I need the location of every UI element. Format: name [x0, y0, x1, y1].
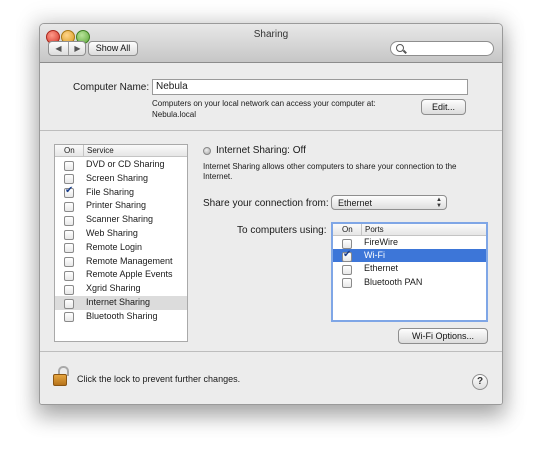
wifi-options-button[interactable]: Wi-Fi Options... [398, 328, 488, 344]
window-title: Sharing [253, 29, 289, 40]
service-label: Bluetooth Sharing [86, 310, 158, 321]
titlebar: Sharing ◀ ▶ Show All [40, 24, 502, 63]
ports-header-on[interactable]: On [342, 224, 353, 235]
search-field[interactable] [390, 41, 494, 56]
service-row[interactable]: DVD or CD Sharing [55, 158, 187, 172]
service-row[interactable]: Web Sharing [55, 227, 187, 241]
back-arrow-icon[interactable]: ◀ [49, 42, 69, 55]
service-row[interactable]: Xgrid Sharing [55, 282, 187, 296]
computer-address: Nebula.local [152, 110, 197, 119]
service-label: Xgrid Sharing [86, 283, 141, 294]
share-from-label: Share your connection from: [203, 198, 329, 209]
nav-button-group: ◀ ▶ [48, 41, 86, 56]
service-label: Remote Login [86, 241, 143, 252]
sharing-window: Sharing ◀ ▶ Show All Computer Name: Nebu… [39, 23, 503, 405]
computer-address-info: Computers on your local network can acce… [152, 99, 376, 108]
bottom-bar: Click the lock to prevent further change… [40, 354, 502, 404]
checkbox[interactable] [342, 238, 352, 249]
port-label: Wi-Fi [364, 250, 385, 261]
service-list-header: On Service [55, 145, 187, 157]
ports-list-header: On Ports [333, 224, 486, 236]
port-row[interactable]: FireWire [333, 236, 486, 249]
checkbox[interactable] [64, 229, 74, 240]
checkbox[interactable] [64, 215, 74, 226]
checkbox[interactable] [64, 284, 74, 295]
service-label: File Sharing [86, 186, 135, 197]
share-from-popup[interactable]: Ethernet ▲ ▼ [331, 195, 447, 210]
ports-list[interactable]: On Ports FireWire Wi-Fi Ethernet Bluetooth … [331, 222, 488, 322]
service-label: Printer Sharing [86, 200, 147, 211]
bottom-divider [40, 351, 502, 352]
header-on[interactable]: On [64, 145, 75, 156]
header-service[interactable]: Service [87, 145, 114, 156]
show-all-button[interactable]: Show All [88, 41, 138, 56]
service-label: Remote Management [86, 255, 173, 266]
service-list[interactable]: On Service DVD or CD Sharing Screen Shari… [54, 144, 188, 342]
service-label: Scanner Sharing [86, 214, 154, 225]
service-row[interactable]: Internet Sharing [55, 296, 187, 310]
checkbox[interactable] [64, 312, 74, 323]
edit-button[interactable]: Edit... [421, 99, 466, 115]
service-row[interactable]: Remote Login [55, 241, 187, 255]
service-row[interactable]: File Sharing [55, 185, 187, 200]
port-label: Bluetooth PAN [364, 276, 423, 287]
service-row[interactable]: Scanner Sharing [55, 213, 187, 227]
share-from-value: Ethernet [338, 198, 373, 208]
status-indicator-icon [203, 147, 211, 155]
section-divider [40, 130, 502, 131]
description-line-2: Internet. [203, 172, 233, 181]
checkbox[interactable] [64, 201, 74, 212]
help-icon[interactable]: ? [472, 374, 488, 390]
checkbox[interactable] [64, 160, 74, 171]
description-line-1: Internet Sharing allows other computers … [203, 162, 457, 171]
checkbox[interactable] [64, 257, 74, 268]
lock-message: Click the lock to prevent further change… [77, 374, 241, 384]
checkbox[interactable] [342, 264, 352, 275]
internet-sharing-status: Internet Sharing: Off [216, 145, 306, 156]
to-computers-label: To computers using: [237, 225, 327, 236]
service-row[interactable]: Screen Sharing [55, 172, 187, 186]
service-label: Remote Apple Events [86, 269, 173, 280]
ports-header-separator [361, 224, 362, 235]
checkbox[interactable] [64, 185, 74, 199]
checkbox[interactable] [64, 270, 74, 281]
service-label: Internet Sharing [86, 297, 151, 307]
checkbox[interactable] [342, 249, 352, 262]
service-label: Web Sharing [86, 228, 138, 238]
port-label: Ethernet [364, 263, 399, 274]
port-row[interactable]: Wi-Fi [333, 249, 486, 263]
service-label: DVD or CD Sharing [86, 159, 165, 169]
lock-icon[interactable] [53, 366, 69, 386]
service-label: Screen Sharing [86, 172, 149, 183]
header-separator [83, 145, 84, 156]
checkbox[interactable] [64, 174, 74, 185]
checkbox[interactable] [64, 243, 74, 254]
service-row[interactable]: Remote Management [55, 255, 187, 269]
port-row[interactable]: Ethernet [333, 262, 486, 275]
computer-name-field[interactable]: Nebula [152, 79, 468, 95]
checkbox[interactable] [64, 298, 74, 309]
popup-arrows-icon: ▲ ▼ [436, 197, 442, 209]
port-row[interactable]: Bluetooth PAN [333, 276, 486, 289]
search-icon [396, 44, 404, 52]
checkbox[interactable] [342, 278, 352, 289]
computer-name-label: Computer Name: [73, 82, 150, 93]
port-label: FireWire [364, 237, 398, 247]
ports-header-ports[interactable]: Ports [365, 224, 384, 235]
service-row[interactable]: Remote Apple Events [55, 268, 187, 282]
service-row[interactable]: Printer Sharing [55, 199, 187, 213]
forward-arrow-icon[interactable]: ▶ [68, 42, 87, 55]
service-row[interactable]: Bluetooth Sharing [55, 310, 187, 324]
